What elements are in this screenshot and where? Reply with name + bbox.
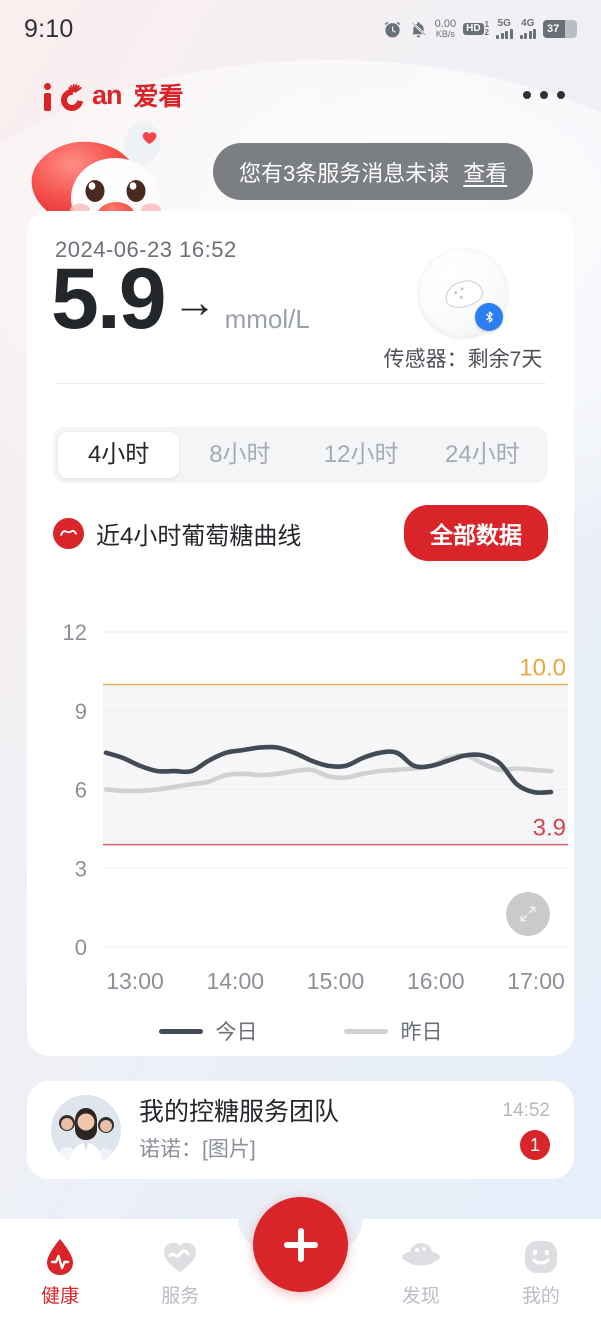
add-record-button[interactable]: [253, 1197, 348, 1292]
bottom-tab-bar: 健康 服务 发现 我的: [0, 1197, 601, 1341]
sensor-remaining-days: 传感器：剩余7天: [383, 348, 543, 371]
tab-service[interactable]: 服务: [120, 1219, 240, 1341]
status-bar: 9:10 0.00 KB/s HD 1 2 5G 4G 37: [0, 0, 601, 58]
chart-header: 近4小时葡萄糖曲线 全部数据: [53, 505, 548, 561]
profile-smiley-icon: [523, 1235, 559, 1279]
team-avatar: [51, 1095, 121, 1165]
legend-swatch-yesterday: [343, 1028, 388, 1034]
network-speed-unit: KB/s: [435, 29, 455, 39]
glucose-chart[interactable]: 0 3 6 9 12 10.0 3.9 13:00 14:00 15:00 16:00 17:00: [27, 606, 574, 1006]
range-tab-24h[interactable]: 24小时: [422, 432, 543, 478]
svg-text:9: 9: [75, 699, 87, 724]
sim1-signal-icon: 5G: [496, 19, 513, 39]
hd-label: HD: [463, 23, 484, 35]
more-options-icon[interactable]: [517, 85, 571, 105]
view-messages-link[interactable]: 查看: [463, 156, 507, 188]
glucose-chart-svg: 0 3 6 9 12 10.0 3.9 13:00 14:00 15:00 16:00 17:00: [63, 620, 568, 994]
unread-message-text: 您有3条服务消息未读: [239, 160, 450, 186]
glucose-reading: 5.9 → mmol/L: [51, 251, 310, 347]
trend-arrow-icon: →: [172, 277, 217, 327]
range-tab-8h[interactable]: 8小时: [179, 432, 300, 478]
glucose-value: 5.9: [51, 251, 167, 347]
sensor-status[interactable]: 传感器：剩余7天: [378, 249, 548, 373]
volte-hd-icon: HD 1 2: [463, 20, 489, 38]
team-title: 我的控糖服务团队: [139, 1097, 340, 1126]
svg-text:0: 0: [75, 935, 87, 960]
card-divider: [55, 383, 546, 384]
svg-text:13:00: 13:00: [106, 968, 164, 994]
legend-item-today: 今日: [158, 1016, 258, 1046]
legend-swatch-today: [158, 1028, 203, 1034]
glucose-unit: mmol/L: [224, 303, 310, 334]
svg-text:6: 6: [75, 778, 87, 803]
svg-text:3: 3: [75, 856, 87, 881]
app-logo: an 爱看: [44, 77, 184, 116]
svg-text:14:00: 14:00: [206, 968, 264, 994]
battery-icon: 37: [543, 20, 577, 38]
hd-sub: 2: [484, 28, 489, 37]
logo-text-cn: 爱看: [133, 83, 184, 111]
tab-label-health: 健康: [41, 1286, 80, 1307]
sim1-signal-bars: [496, 29, 513, 39]
sim2-network-type: 4G: [521, 18, 535, 29]
unread-badge: 1: [520, 1130, 550, 1160]
expand-icon[interactable]: [506, 892, 550, 936]
svg-text:12: 12: [63, 620, 87, 645]
svg-text:17:00: 17:00: [507, 968, 565, 994]
tab-label-service: 服务: [161, 1286, 200, 1307]
legend-label-yesterday: 昨日: [400, 1021, 443, 1044]
legend-label-today: 今日: [215, 1021, 258, 1044]
range-tab-12h[interactable]: 12小时: [301, 432, 422, 478]
status-bar-icons: 0.00 KB/s HD 1 2 5G 4G 37: [383, 19, 577, 39]
range-tab-4h[interactable]: 4小时: [58, 432, 180, 478]
glucose-card: 2024-06-23 16:52 5.9 → mmol/L 传感器：剩余7天 4…: [27, 211, 574, 1056]
team-message-time: 14:52: [502, 1100, 550, 1121]
logo-text-an: an: [92, 79, 122, 110]
svg-text:3.9: 3.9: [533, 815, 566, 842]
chart-title: 近4小时葡萄糖曲线: [96, 522, 302, 550]
app-header: an 爱看: [0, 64, 601, 126]
sim2-signal-bars: [519, 29, 536, 39]
mascot-character: [18, 118, 214, 238]
chart-legend: 今日 昨日: [27, 1011, 574, 1051]
tab-profile[interactable]: 我的: [481, 1219, 601, 1341]
logo-sun-c-icon: [56, 83, 88, 116]
svg-text:16:00: 16:00: [407, 968, 465, 994]
battery-percent: 37: [547, 23, 560, 35]
tab-label-discover: 发现: [401, 1286, 440, 1307]
svg-text:15:00: 15:00: [307, 968, 365, 994]
svg-text:10.0: 10.0: [519, 655, 566, 682]
time-range-tabs: 4小时 8小时 12小时 24小时: [53, 427, 548, 483]
glucose-wave-icon: [53, 517, 84, 549]
logo-letter-i: [44, 79, 55, 111]
mute-bell-icon: [409, 20, 428, 39]
sensor-device-icon: [419, 249, 507, 337]
tab-label-profile: 我的: [521, 1286, 560, 1307]
service-team-card[interactable]: 我的控糖服务团队 诺诺：[图片] 14:52 1: [27, 1081, 574, 1179]
all-data-button[interactable]: 全部数据: [404, 505, 548, 561]
tab-health[interactable]: 健康: [0, 1219, 120, 1341]
network-speed-indicator: 0.00 KB/s: [435, 19, 456, 39]
sim1-network-type: 5G: [497, 18, 511, 29]
heart-service-icon: [161, 1235, 199, 1279]
team-last-message: 诺诺：[图片]: [139, 1138, 256, 1162]
sim2-signal-icon: 4G: [519, 18, 536, 39]
unread-message-banner[interactable]: 您有3条服务消息未读 查看: [213, 143, 534, 200]
alarm-icon: [383, 20, 402, 39]
tab-discover[interactable]: 发现: [361, 1219, 481, 1341]
status-bar-clock: 9:10: [24, 14, 74, 43]
discover-icon: [401, 1235, 441, 1279]
blood-drop-icon: [43, 1235, 77, 1279]
legend-item-yesterday: 昨日: [343, 1016, 443, 1046]
bluetooth-icon: [475, 303, 503, 331]
